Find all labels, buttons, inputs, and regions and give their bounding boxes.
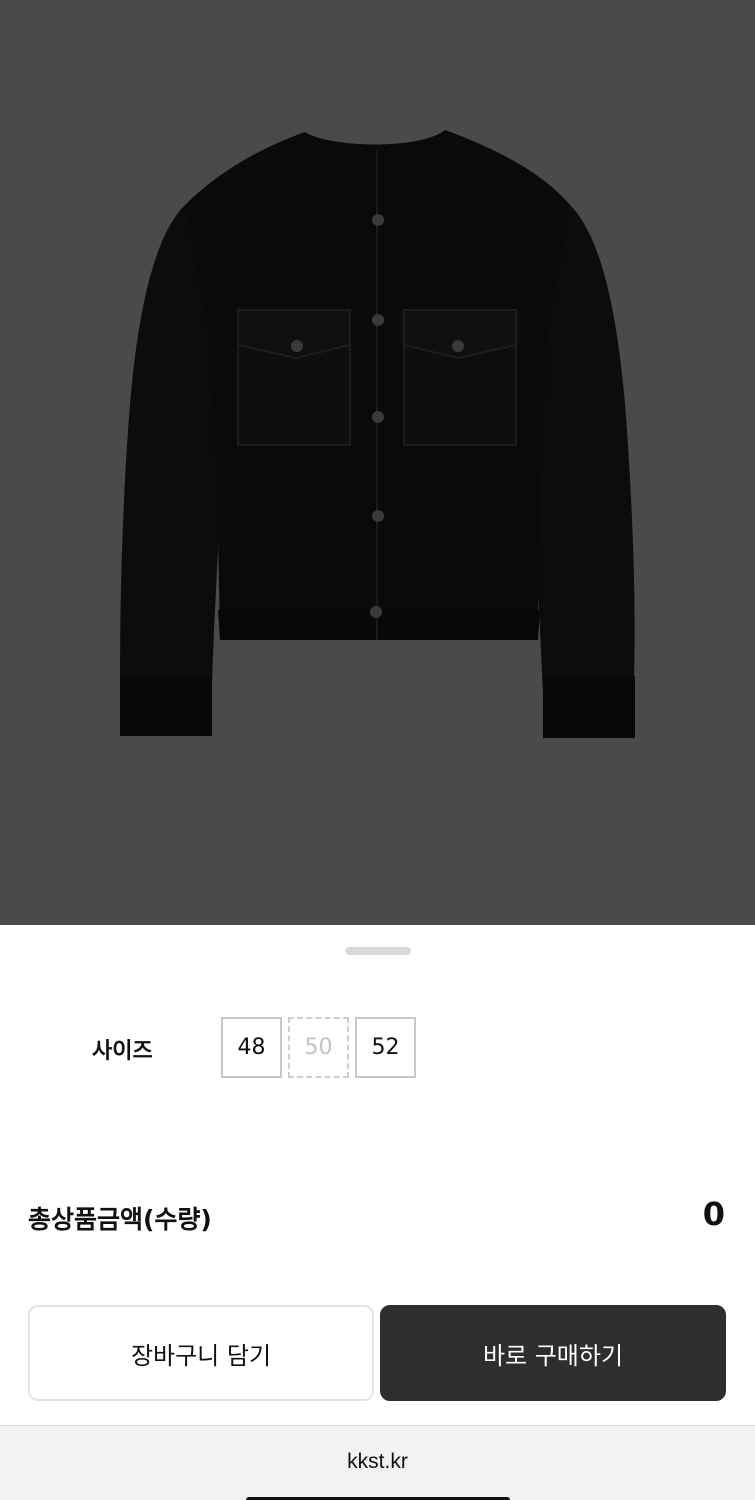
size-option-50-soldout: 50 <box>288 1017 349 1078</box>
option-bottom-sheet: 사이즈 48 50 52 총상품금액(수량) 0 장바구니 담기 바로 구매하기 <box>0 925 755 1425</box>
dimmed-backdrop[interactable] <box>0 0 755 925</box>
url-text[interactable]: kkst.kr <box>0 1450 755 1474</box>
size-option-52[interactable]: 52 <box>355 1017 416 1078</box>
size-option-label: 사이즈 <box>92 1039 153 1064</box>
buy-now-button[interactable]: 바로 구매하기 <box>380 1305 726 1401</box>
size-option-48[interactable]: 48 <box>221 1017 282 1078</box>
total-price-label: 총상품금액(수량) <box>28 1205 212 1234</box>
total-price-value: 0 <box>702 1195 725 1233</box>
product-jacket-image <box>120 130 635 738</box>
size-options: 48 50 52 <box>221 1017 416 1078</box>
sheet-drag-handle[interactable] <box>345 947 411 955</box>
add-to-cart-button[interactable]: 장바구니 담기 <box>28 1305 374 1401</box>
browser-address-bar[interactable]: kkst.kr <box>0 1425 755 1500</box>
